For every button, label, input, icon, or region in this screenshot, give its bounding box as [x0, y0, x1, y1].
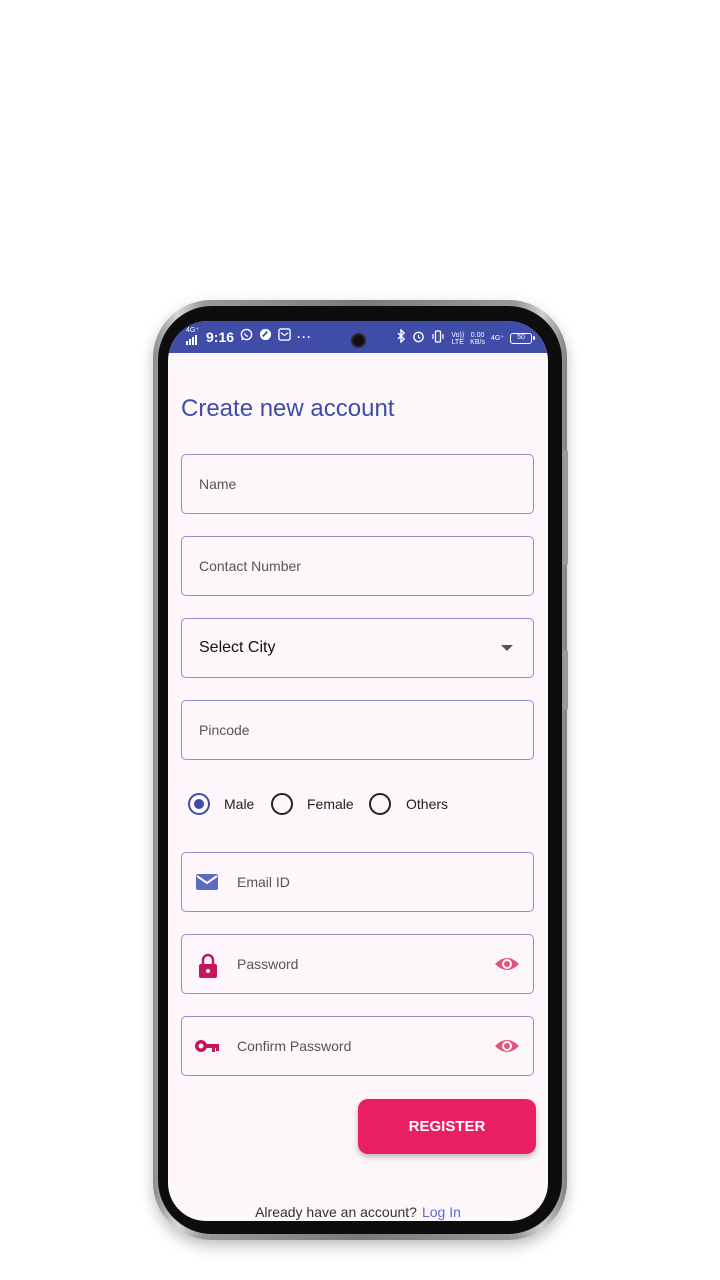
email-field[interactable]: Email ID	[181, 852, 534, 912]
more-notifications-icon: ···	[297, 330, 313, 344]
front-camera	[351, 333, 366, 348]
key-icon	[194, 1037, 220, 1060]
whatsapp-icon	[240, 328, 253, 346]
speed-unit: KB/s	[470, 338, 485, 346]
phone-side-button	[563, 450, 568, 565]
app-notification-icon	[259, 328, 272, 346]
confirm-password-placeholder: Confirm Password	[237, 1038, 352, 1054]
alarm-icon	[412, 330, 425, 348]
lte-label: LTE	[451, 338, 464, 346]
lock-icon	[198, 953, 218, 984]
mail-notification-icon	[278, 328, 291, 346]
name-placeholder: Name	[199, 476, 237, 492]
name-field[interactable]: Name	[181, 454, 534, 514]
city-select[interactable]: Select City	[181, 618, 534, 678]
page-title: Create new account	[181, 395, 395, 422]
login-prompt: Already have an account? Log In	[168, 1204, 548, 1220]
login-link[interactable]: Log In	[422, 1204, 461, 1220]
app-screen: 4G⁺ 9:16 ··· Vo)) LTE 0.00 KB/s 4G⁺ 50 C…	[168, 321, 548, 1221]
volte-label: Vo))	[451, 331, 465, 339]
status-bar: 4G⁺ 9:16 ··· Vo)) LTE 0.00 KB/s 4G⁺ 50	[168, 321, 548, 353]
radio-label-others[interactable]: Others	[406, 796, 448, 812]
phone-side-button	[563, 650, 568, 710]
battery-icon: 50	[510, 333, 535, 344]
radio-others[interactable]	[369, 793, 391, 815]
battery-level: 50	[517, 334, 525, 341]
speed-value: 0.00	[470, 331, 485, 339]
network-type-label: 4G⁺	[490, 335, 504, 342]
radio-label-male[interactable]: Male	[224, 796, 254, 812]
network-speed: 0.00 KB/s	[470, 332, 485, 346]
pincode-field[interactable]: Pincode	[181, 700, 534, 760]
bluetooth-icon	[397, 328, 406, 348]
email-placeholder: Email ID	[237, 874, 290, 890]
password-placeholder: Password	[237, 956, 299, 972]
pincode-placeholder: Pincode	[199, 722, 250, 738]
eye-icon[interactable]	[494, 1036, 520, 1061]
login-prompt-text: Already have an account?	[255, 1204, 417, 1220]
password-field[interactable]: Password	[181, 934, 534, 994]
volte-indicator: Vo)) LTE	[451, 332, 464, 346]
contact-number-field[interactable]: Contact Number	[181, 536, 534, 596]
dropdown-arrow-icon[interactable]	[501, 645, 513, 651]
radio-male[interactable]	[188, 793, 210, 815]
radio-female[interactable]	[271, 793, 293, 815]
city-select-value: Select City	[199, 639, 276, 656]
eye-icon[interactable]	[494, 954, 520, 979]
vibrate-icon	[431, 329, 445, 348]
contact-number-placeholder: Contact Number	[199, 558, 301, 574]
cell-signal-icon: 4G⁺	[186, 327, 200, 345]
email-icon	[195, 871, 219, 898]
gender-radio-group: Male Female Others	[186, 791, 526, 819]
register-button[interactable]: REGISTER	[358, 1099, 536, 1154]
status-time: 9:16	[206, 329, 235, 345]
radio-label-female[interactable]: Female	[307, 796, 354, 812]
confirm-password-field[interactable]: Confirm Password	[181, 1016, 534, 1076]
